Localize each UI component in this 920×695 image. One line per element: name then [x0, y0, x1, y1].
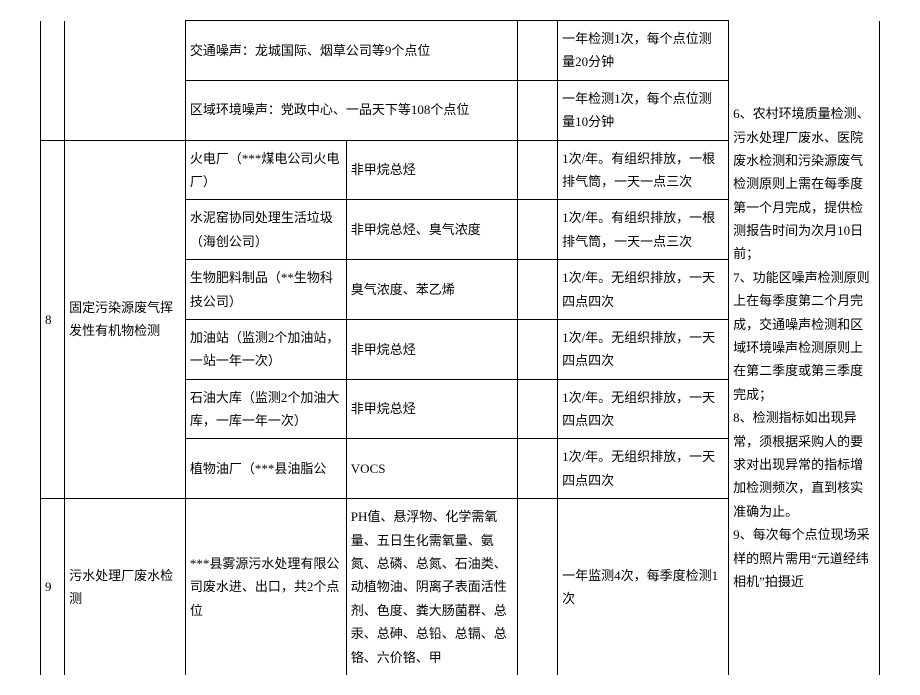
cell-source: 区域环境噪声：党政中心、一品天下等108个点位 — [185, 80, 517, 140]
cell-spare — [517, 499, 557, 675]
cell-freq: 1次/年。无组织排放，一天四点四次 — [558, 379, 729, 439]
cell-source: 加油站（监测2个加油站，一站一年一次） — [185, 319, 346, 379]
cell-item: 非甲烷总烃 — [346, 319, 517, 379]
cell-idx: 9 — [41, 499, 65, 675]
cell-item: 非甲烷总烃 — [346, 140, 517, 200]
cell-spare — [517, 439, 557, 499]
cell-category: 固定污染源废气挥发性有机物检测 — [65, 140, 186, 499]
cell-spare — [517, 260, 557, 320]
cell-item: 非甲烷总烃、臭气浓度 — [346, 200, 517, 260]
cell-category — [65, 21, 186, 141]
cell-item: 臭气浓度、苯乙烯 — [346, 260, 517, 320]
cell-source: 火电厂（***煤电公司火电厂） — [185, 140, 346, 200]
cell-source: 植物油厂（***县油脂公 — [185, 439, 346, 499]
cell-freq: 1次/年。无组织排放，一天四点四次 — [558, 319, 729, 379]
table-row: 交通噪声：龙城国际、烟草公司等9个点位 一年检测1次，每个点位测量20分钟 6、… — [41, 21, 880, 81]
cell-source: 交通噪声：龙城国际、烟草公司等9个点位 — [185, 21, 517, 81]
cell-idx — [41, 21, 65, 141]
cell-freq: 1次/年。有组织排放，一根排气筒，一天一点三次 — [558, 140, 729, 200]
cell-item: 非甲烷总烃 — [346, 379, 517, 439]
cell-source: 水泥窑协同处理生活垃圾（海创公司） — [185, 200, 346, 260]
cell-spare — [517, 319, 557, 379]
cell-note: 6、农村环境质量检测、污水处理厂废水、医院废水检测和污染源废气检测原则上需在每季… — [729, 21, 880, 675]
cell-spare — [517, 140, 557, 200]
cell-item: PH值、悬浮物、化学需氧量、五日生化需氧量、氨氮、总磷、总氮、石油类、动植物油、… — [346, 499, 517, 675]
cell-freq: 一年检测1次，每个点位测量20分钟 — [558, 21, 729, 81]
cell-idx: 8 — [41, 140, 65, 499]
cell-freq: 一年检测1次，每个点位测量10分钟 — [558, 80, 729, 140]
cell-freq: 1次/年。无组织排放，一天四点四次 — [558, 439, 729, 499]
cell-spare — [517, 80, 557, 140]
cell-freq: 一年监测4次，每季度检测1次 — [558, 499, 729, 675]
cell-freq: 1次/年。无组织排放，一天四点四次 — [558, 260, 729, 320]
cell-spare — [517, 200, 557, 260]
cell-spare — [517, 21, 557, 81]
cell-item: VOCS — [346, 439, 517, 499]
cell-category: 污水处理厂废水检测 — [65, 499, 186, 675]
cell-spare — [517, 379, 557, 439]
monitoring-table: 交通噪声：龙城国际、烟草公司等9个点位 一年检测1次，每个点位测量20分钟 6、… — [40, 20, 880, 675]
cell-source: 生物肥料制品（**生物科技公司） — [185, 260, 346, 320]
cell-freq: 1次/年。有组织排放，一根排气筒，一天一点三次 — [558, 200, 729, 260]
cell-source: 石油大库（监测2个加油大库，一库一年一次） — [185, 379, 346, 439]
cell-source: ***县雾源污水处理有限公司废水进、出口，共2个点位 — [185, 499, 346, 675]
